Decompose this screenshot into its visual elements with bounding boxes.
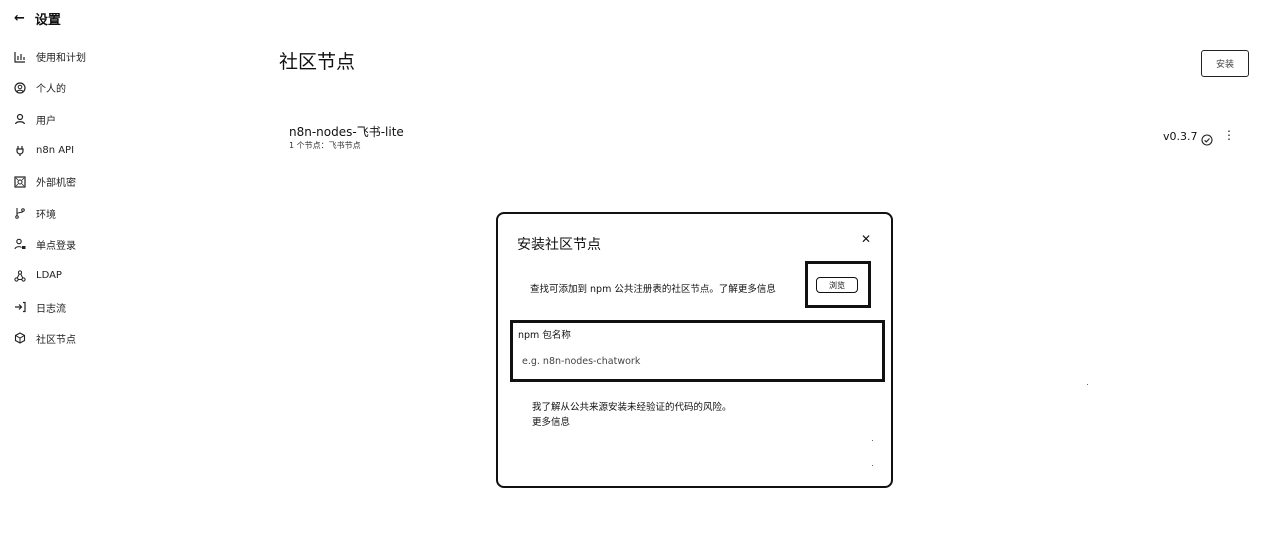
sidebar-item-external-secrets[interactable]: 外部机密 — [14, 166, 86, 197]
sidebar-item-label: LDAP — [36, 270, 62, 282]
speck — [872, 440, 873, 441]
sidebar-item-ldap[interactable]: LDAP — [14, 260, 86, 291]
sidebar-title: 设置 — [34, 13, 61, 28]
package-name: n8n-nodes-飞书-lite — [289, 125, 404, 139]
sidebar-item-label: 个人的 — [36, 84, 66, 96]
page-title: 社区节点 — [279, 51, 356, 73]
settings-nav: 使用和计划 个人的 用户 n8n API 外部机密 环境 单点登录 LDAP 日… — [14, 41, 86, 354]
app: ← 设置 使用和计划 个人的 用户 n8n API 外部机密 环境 单点登录 L… — [0, 0, 1280, 553]
user-lock-icon — [14, 238, 26, 250]
network-icon — [14, 270, 26, 282]
sidebar: ← 设置 使用和计划 个人的 用户 n8n API 外部机密 环境 单点登录 L… — [0, 0, 240, 553]
modal-title: 安装社区节点 — [517, 237, 601, 253]
install-button[interactable]: 安装 — [1201, 50, 1249, 77]
risk-text: 我了解从公共来源安装未经验证的代码的风险。 — [532, 402, 732, 413]
browse-button-highlight: 浏览 — [805, 261, 871, 308]
risk-acknowledgement: 我了解从公共来源安装未经验证的代码的风险。 更多信息 — [516, 395, 732, 428]
sidebar-item-api[interactable]: n8n API — [14, 135, 86, 166]
user-icon — [14, 113, 26, 125]
close-icon[interactable]: ✕ — [861, 232, 871, 246]
sidebar-item-label: 单点登录 — [36, 240, 76, 252]
plug-icon — [14, 145, 26, 157]
risk-checkbox[interactable] — [516, 396, 526, 406]
sidebar-item-label: 环境 — [36, 209, 56, 221]
sidebar-item-users[interactable]: 用户 — [14, 104, 86, 135]
more-info-link[interactable]: 更多信息 — [532, 414, 732, 428]
sidebar-item-environments[interactable]: 环境 — [14, 197, 86, 228]
back-arrow-icon[interactable]: ← — [14, 12, 25, 25]
sidebar-item-label: 日志流 — [36, 303, 66, 315]
modal-description: 查找可添加到 npm 公共注册表的社区节点。了解更多信息 — [530, 284, 776, 295]
sidebar-header[interactable]: ← 设置 — [14, 9, 61, 28]
sidebar-item-label: n8n API — [36, 145, 75, 157]
user-circle-icon — [14, 82, 26, 94]
sidebar-item-personal[interactable]: 个人的 — [14, 72, 86, 103]
npm-package-field: npm 包名称 — [510, 320, 885, 382]
install-community-node-dialog: 安装社区节点 ✕ 查找可添加到 npm 公共注册表的社区节点。了解更多信息 浏览… — [496, 212, 893, 488]
more-vertical-icon[interactable]: ⋮ — [1223, 129, 1235, 141]
git-branch-icon — [14, 207, 26, 219]
sidebar-item-community-nodes[interactable]: 社区节点 — [14, 323, 86, 354]
sidebar-item-sso[interactable]: 单点登录 — [14, 229, 86, 260]
sidebar-item-label: 外部机密 — [36, 178, 76, 190]
sign-in-icon — [14, 301, 26, 313]
npm-package-input[interactable] — [518, 350, 862, 372]
package-version: v0.3.7 — [1163, 130, 1198, 143]
browse-button[interactable]: 浏览 — [816, 277, 858, 293]
package-subtitle: 1 个节点：飞书节点 — [289, 141, 361, 150]
vault-icon — [14, 176, 26, 188]
sidebar-item-usage[interactable]: 使用和计划 — [14, 41, 86, 72]
package-card: n8n-nodes-飞书-lite 1 个节点：飞书节点 v0.3.7 ⋮ — [289, 122, 1249, 162]
cube-icon — [14, 332, 26, 344]
sidebar-item-label: 用户 — [36, 115, 56, 127]
sidebar-item-label: 社区节点 — [36, 334, 76, 346]
bar-chart-icon — [14, 51, 26, 63]
npm-package-label: npm 包名称 — [518, 330, 571, 341]
speck — [872, 465, 873, 466]
sidebar-item-log-streaming[interactable]: 日志流 — [14, 291, 86, 322]
speck — [1087, 384, 1088, 385]
sidebar-item-label: 使用和计划 — [36, 53, 86, 65]
check-circle-icon — [1201, 131, 1213, 146]
